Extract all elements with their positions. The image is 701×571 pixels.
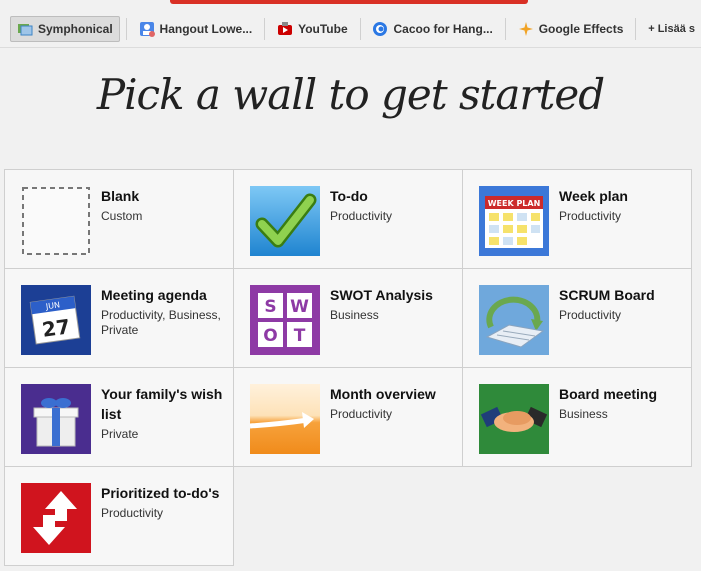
bookmark-symphonical[interactable]: Symphonical — [10, 15, 120, 42]
hangout-icon — [139, 21, 155, 37]
toolbar-divider — [125, 17, 127, 40]
more-bookmarks-button[interactable]: + Lisää s — [642, 16, 701, 42]
swot-icon: S W O T — [250, 285, 320, 355]
wall-name: Board meeting — [559, 386, 658, 402]
wall-category: Productivity, Business, Private — [101, 308, 221, 337]
wall-name: SWOT Analysis — [330, 287, 433, 303]
calendar-day: 27 — [41, 314, 72, 342]
wall-option-meeting-agenda[interactable]: JUN 27 Meeting agenda Productivity, Busi… — [4, 268, 234, 368]
wall-option-board-meeting[interactable]: Board meeting Business — [462, 367, 692, 467]
notification-bar — [170, 0, 528, 4]
sparkle-icon — [518, 21, 534, 37]
toolbar-divider — [635, 17, 637, 40]
wall-category: Private — [101, 427, 139, 441]
bookmark-google-effects[interactable]: Google Effects — [512, 16, 630, 42]
bookmark-label: Cacoo for Hang... — [393, 21, 493, 36]
arrow-right-icon — [250, 384, 320, 454]
wall-option-family-wish-list[interactable]: Your family's wish list Private — [4, 367, 234, 467]
wall-name: SCRUM Board — [559, 287, 655, 303]
bookmark-youtube[interactable]: YouTube — [271, 16, 354, 42]
toolbar-divider — [504, 17, 506, 40]
bookmark-label: YouTube — [298, 21, 348, 36]
wall-name: Your family's wish list — [101, 386, 223, 422]
wall-option-month-overview[interactable]: Month overview Productivity — [233, 367, 463, 467]
week-plan-badge: WEEK PLAN — [488, 199, 541, 208]
blank-wall-icon — [21, 186, 91, 256]
youtube-icon — [277, 21, 293, 37]
checkmark-icon — [250, 186, 320, 256]
wall-category: Productivity — [101, 506, 164, 520]
bookmark-label: Google Effects — [538, 21, 624, 36]
wall-category: Business — [330, 308, 379, 322]
wall-option-swot[interactable]: S W O T SWOT Analysis Business — [233, 268, 463, 368]
bookmark-label: Symphonical — [38, 21, 113, 36]
wall-category: Productivity — [559, 209, 622, 223]
wall-name: Month overview — [330, 386, 436, 402]
wall-option-todo[interactable]: To-do Productivity — [233, 169, 463, 269]
wall-name: Prioritized to-do's — [101, 485, 220, 501]
scrum-board-icon — [479, 285, 549, 355]
symphonical-icon — [17, 21, 33, 37]
bookmark-hangout[interactable]: Hangout Lowe... — [133, 16, 259, 42]
swot-letter: W — [290, 297, 309, 317]
wall-option-blank[interactable]: Blank Custom — [4, 169, 234, 269]
wall-category: Productivity — [330, 407, 393, 421]
bookmark-label: Hangout Lowe... — [159, 21, 253, 36]
bookmarks-toolbar: Symphonical Hangout Lowe... YouTube Caco… — [0, 10, 701, 48]
cacoo-icon — [372, 21, 388, 37]
wall-category: Productivity — [559, 308, 622, 322]
swot-letter: T — [294, 326, 306, 346]
gift-icon — [21, 384, 91, 454]
wall-option-prioritized-todos[interactable]: Prioritized to-do's Productivity — [4, 466, 234, 566]
toolbar-divider — [359, 17, 361, 40]
swot-letter: S — [264, 297, 276, 317]
page-title: Pick a wall to get started — [96, 70, 605, 119]
bookmark-cacoo[interactable]: Cacoo for Hang... — [366, 16, 498, 42]
toolbar-divider — [264, 17, 266, 40]
up-down-arrows-icon — [21, 483, 91, 553]
wall-option-week-plan[interactable]: WEEK PLAN Week plan Productivity — [462, 169, 692, 269]
date-calendar-icon: JUN 27 — [21, 285, 91, 355]
swot-letter: O — [263, 326, 277, 346]
calendar-icon: WEEK PLAN — [479, 186, 549, 256]
more-bookmarks-label: + Lisää s — [648, 22, 696, 35]
wall-name: To-do — [330, 188, 368, 204]
wall-name: Meeting agenda — [101, 287, 207, 303]
wall-category: Custom — [101, 209, 143, 223]
wall-name: Blank — [101, 188, 140, 204]
wall-category: Business — [559, 407, 608, 421]
wall-category: Productivity — [330, 209, 393, 223]
handshake-icon — [479, 384, 549, 454]
wall-name: Week plan — [559, 188, 628, 204]
wall-option-scrum-board[interactable]: SCRUM Board Productivity — [462, 268, 692, 368]
